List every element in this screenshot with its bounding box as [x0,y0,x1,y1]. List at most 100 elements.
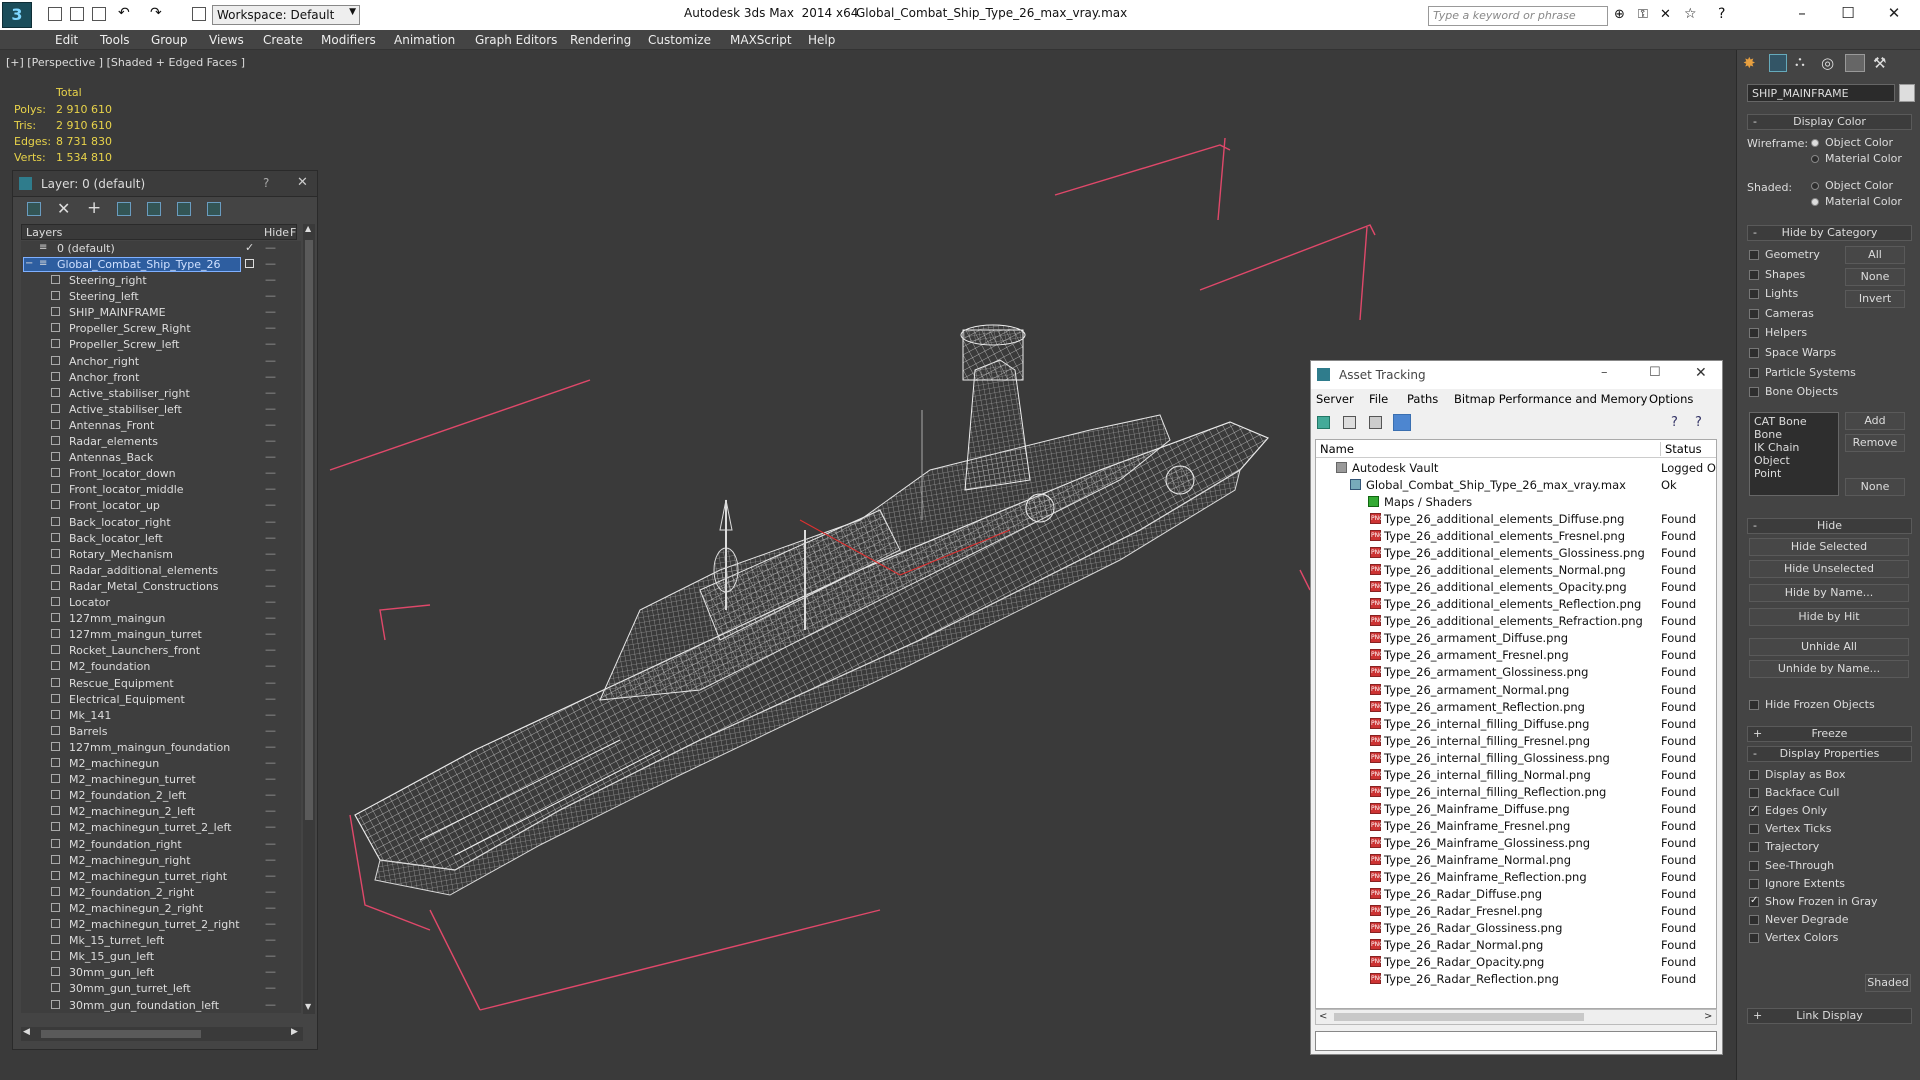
hide-toggle-icon[interactable]: — [265,933,276,946]
col-layers[interactable]: Layers [26,226,62,239]
freeze-rollout[interactable]: + Freeze [1747,726,1912,742]
layer-row[interactable]: 30mm_gun_turret_left — [21,981,301,997]
vertex-colors-shaded-button[interactable]: Shaded [1865,974,1911,992]
asset-maximize-icon[interactable]: ☐ [1649,365,1661,380]
layer-row[interactable]: 127mm_maingun_turret — [21,627,301,643]
scroll-down-icon[interactable]: ▼ [305,1002,311,1011]
display-property-checkbox[interactable] [1749,788,1759,799]
display-property-checkbox[interactable] [1749,914,1759,925]
menu-group[interactable]: Group [151,33,188,47]
list-view-icon[interactable] [1343,416,1356,429]
list-item[interactable]: CAT Bone [1754,415,1834,428]
scroll-left-icon[interactable]: ◀ [23,1027,30,1037]
add-to-layer-icon[interactable]: + [87,198,101,218]
asset-row-map[interactable]: PNG Type_26_armament_Fresnel.png Found [1316,646,1716,663]
asset-row-map[interactable]: PNG Type_26_Mainframe_Diffuse.png Found [1316,800,1716,817]
asset-row-map[interactable]: PNG Type_26_additional_elements_Diffuse.p… [1316,510,1716,527]
category-checkbox[interactable] [1749,289,1759,300]
hide-toggle-icon[interactable]: — [265,257,276,270]
hide-toggle-icon[interactable]: — [265,386,276,399]
layer-row[interactable]: Propeller_Screw_Right — [21,321,301,337]
layer-row[interactable]: Electrical_Equipment — [21,692,301,708]
asset-row-map[interactable]: PNG Type_26_additional_elements_Normal.pn… [1316,561,1716,578]
layer-row[interactable]: Propeller_Screw_left — [21,337,301,353]
layer-row[interactable]: Steering_left — [21,289,301,305]
display-properties-rollout[interactable]: - Display Properties [1747,746,1912,762]
layer-row[interactable]: Steering_right — [21,273,301,289]
hide-toggle-icon[interactable]: — [265,611,276,624]
col-status[interactable]: Status [1660,442,1702,456]
freeze-all-layers-icon[interactable] [207,202,221,216]
key-icon[interactable]: ⚿ [1638,7,1648,22]
layer-row[interactable]: Front_locator_up — [21,498,301,514]
asset-path-field[interactable] [1315,1031,1717,1051]
category-remove-button[interactable]: Remove [1845,434,1905,452]
list-item[interactable]: Point [1754,467,1834,480]
hide-toggle-icon[interactable]: — [265,498,276,511]
display-property-checkbox[interactable] [1749,770,1759,780]
hide-toggle-icon[interactable]: — [265,853,276,866]
hide-toggle-icon[interactable]: — [265,869,276,882]
asset-row-vault[interactable]: Autodesk Vault Logged Out [1316,459,1716,476]
col-hide[interactable]: Hide [264,226,289,239]
layer-row[interactable]: Radar_additional_elements — [21,563,301,579]
hide-toggle-icon[interactable]: — [265,804,276,817]
layer-close-icon[interactable]: ✕ [297,175,308,190]
asset-menu-file[interactable]: File [1369,392,1388,406]
workspace-dropdown[interactable]: Workspace: Default ▼ [212,5,360,25]
asset-minimize-icon[interactable]: – [1601,365,1608,380]
asset-row-map[interactable]: PNG Type_26_armament_Reflection.png Found [1316,698,1716,715]
display-property-checkbox[interactable] [1749,842,1759,853]
layer-row[interactable]: 127mm_maingun — [21,611,301,627]
layer-window-titlebar[interactable]: Layer: 0 (default) ? ✕ [13,171,317,197]
app-logo-icon[interactable]: 3 [2,2,32,28]
hide-toggle-icon[interactable]: — [265,659,276,672]
layer-row[interactable]: M2_machinegun_turret_2_right — [21,917,301,933]
asset-row-maps[interactable]: Maps / Shaders [1316,493,1716,510]
hide-toggle-icon[interactable]: — [265,772,276,785]
hide-toggle-icon[interactable]: — [265,692,276,705]
object-name-field[interactable]: SHIP_MAINFRAME [1747,84,1895,102]
menu-views[interactable]: Views [209,33,244,47]
menu-rendering[interactable]: Rendering [570,33,631,47]
asset-row-map[interactable]: PNG Type_26_additional_elements_Opacity.p… [1316,578,1716,595]
display-property-checkbox[interactable] [1749,824,1759,835]
layer-row[interactable]: 127mm_maingun_foundation — [21,740,301,756]
asset-row-map[interactable]: PNG Type_26_Mainframe_Fresnel.png Found [1316,817,1716,834]
hide-toggle-icon[interactable]: — [265,289,276,302]
layer-row[interactable]: Rescue_Equipment — [21,676,301,692]
asset-horizontal-scrollbar[interactable]: < > [1315,1009,1717,1025]
hide-toggle-icon[interactable]: — [265,643,276,656]
star-icon[interactable]: ☆ [1684,6,1697,22]
hide-toggle-icon[interactable]: — [265,708,276,721]
hide-toggle-icon[interactable]: — [265,788,276,801]
hide-toggle-icon[interactable]: — [265,756,276,769]
refresh-icon[interactable] [1317,416,1330,429]
motion-tab-icon[interactable]: ◎ [1821,54,1834,72]
delete-layer-icon[interactable]: ✕ [57,199,70,218]
maximize-icon[interactable]: ☐ [1834,4,1862,22]
menu-maxscript[interactable]: MAXScript [730,33,792,47]
asset-row-map[interactable]: PNG Type_26_internal_filling_Diffuse.png F… [1316,715,1716,732]
display-tab-icon[interactable] [1845,54,1865,72]
hide-toggle-icon[interactable]: — [265,579,276,592]
hide-toggle-icon[interactable]: — [265,547,276,560]
open-file-icon[interactable] [70,7,84,21]
link-display-rollout[interactable]: + Link Display [1747,1008,1912,1024]
hide-by-hit-button[interactable]: Hide by Hit [1749,608,1909,626]
collapse-icon[interactable]: − [25,258,33,269]
hide-toggle-icon[interactable]: — [265,370,276,383]
asset-row-map[interactable]: PNG Type_26_Mainframe_Glossiness.png Found [1316,834,1716,851]
menu-animation[interactable]: Animation [394,33,455,47]
layer-horizontal-scrollbar[interactable]: ◀ ▶ [21,1027,303,1041]
layer-row[interactable]: Anchor_right — [21,354,301,370]
category-checkbox[interactable] [1749,387,1759,398]
layer-row[interactable]: Barrels — [21,724,301,740]
layer-row[interactable]: M2_machinegun_turret_2_left — [21,820,301,836]
layer-row[interactable]: M2_foundation_right — [21,837,301,853]
hide-all-layers-icon[interactable] [177,202,191,216]
asset-row-file[interactable]: Global_Combat_Ship_Type_26_max_vray.max … [1316,476,1716,493]
display-property-checkbox[interactable] [1749,895,1759,907]
layer-row[interactable]: M2_machinegun_turret — [21,772,301,788]
hide-toggle-icon[interactable]: — [265,241,276,254]
